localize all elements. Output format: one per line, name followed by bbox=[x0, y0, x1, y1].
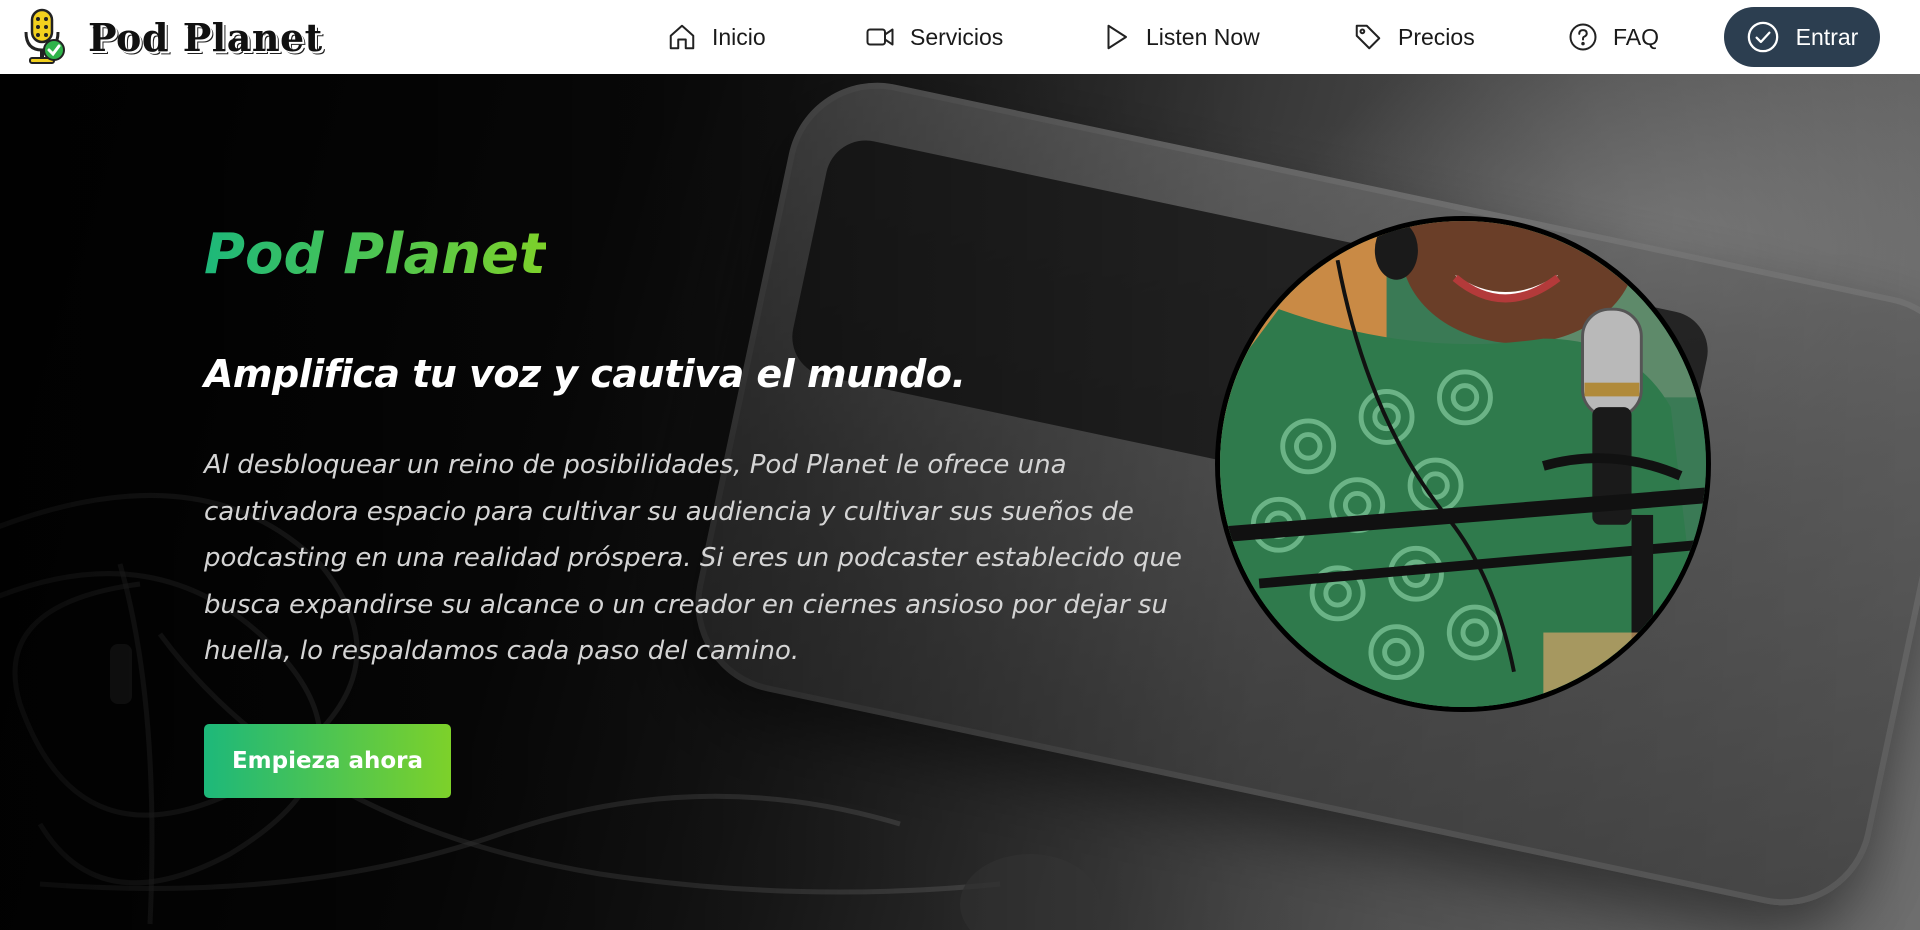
hero-subtitle: Amplifica tu voz y cautiva el mundo. bbox=[204, 352, 966, 396]
nav-item-label: Servicios bbox=[910, 23, 1004, 50]
hero-section: Pod Planet Amplifica tu voz y cautiva el… bbox=[0, 74, 1920, 930]
check-circle-icon bbox=[1747, 21, 1778, 53]
nav-item-label: Inicio bbox=[712, 23, 766, 50]
brand-name: Pod Planet bbox=[88, 14, 323, 60]
nav-item-inicio[interactable]: Inicio bbox=[666, 0, 864, 74]
hero-title: Pod Planet bbox=[204, 222, 546, 287]
question-circle-icon bbox=[1567, 21, 1599, 53]
login-button[interactable]: Entrar bbox=[1724, 7, 1880, 67]
podcaster-photo bbox=[1215, 216, 1711, 712]
get-started-button[interactable]: Empieza ahora bbox=[204, 724, 451, 798]
video-camera-icon bbox=[864, 21, 896, 53]
nav-item-faq[interactable]: FAQ bbox=[1567, 0, 1707, 74]
nav-item-label: Listen Now bbox=[1146, 23, 1260, 50]
nav-item-servicios[interactable]: Servicios bbox=[864, 0, 1100, 74]
nav-item-label: FAQ bbox=[1613, 23, 1660, 50]
brand-link[interactable]: Pod Planet bbox=[20, 6, 323, 68]
nav-item-precios[interactable]: Precios bbox=[1352, 0, 1567, 74]
top-navbar: Pod Planet Inicio Servicios Listen Now P… bbox=[0, 0, 1920, 74]
home-icon bbox=[666, 21, 698, 53]
nav-item-label: Precios bbox=[1398, 23, 1475, 50]
main-nav: Inicio Servicios Listen Now Precios FAQ bbox=[666, 0, 1707, 74]
price-tag-icon bbox=[1352, 21, 1384, 53]
login-button-label: Entrar bbox=[1795, 23, 1859, 50]
play-icon bbox=[1100, 21, 1132, 53]
microphone-check-logo bbox=[24, 8, 65, 64]
hero-description: Al desbloquear un reino de posibilidades… bbox=[204, 450, 1182, 666]
nav-item-listen-now[interactable]: Listen Now bbox=[1100, 0, 1352, 74]
